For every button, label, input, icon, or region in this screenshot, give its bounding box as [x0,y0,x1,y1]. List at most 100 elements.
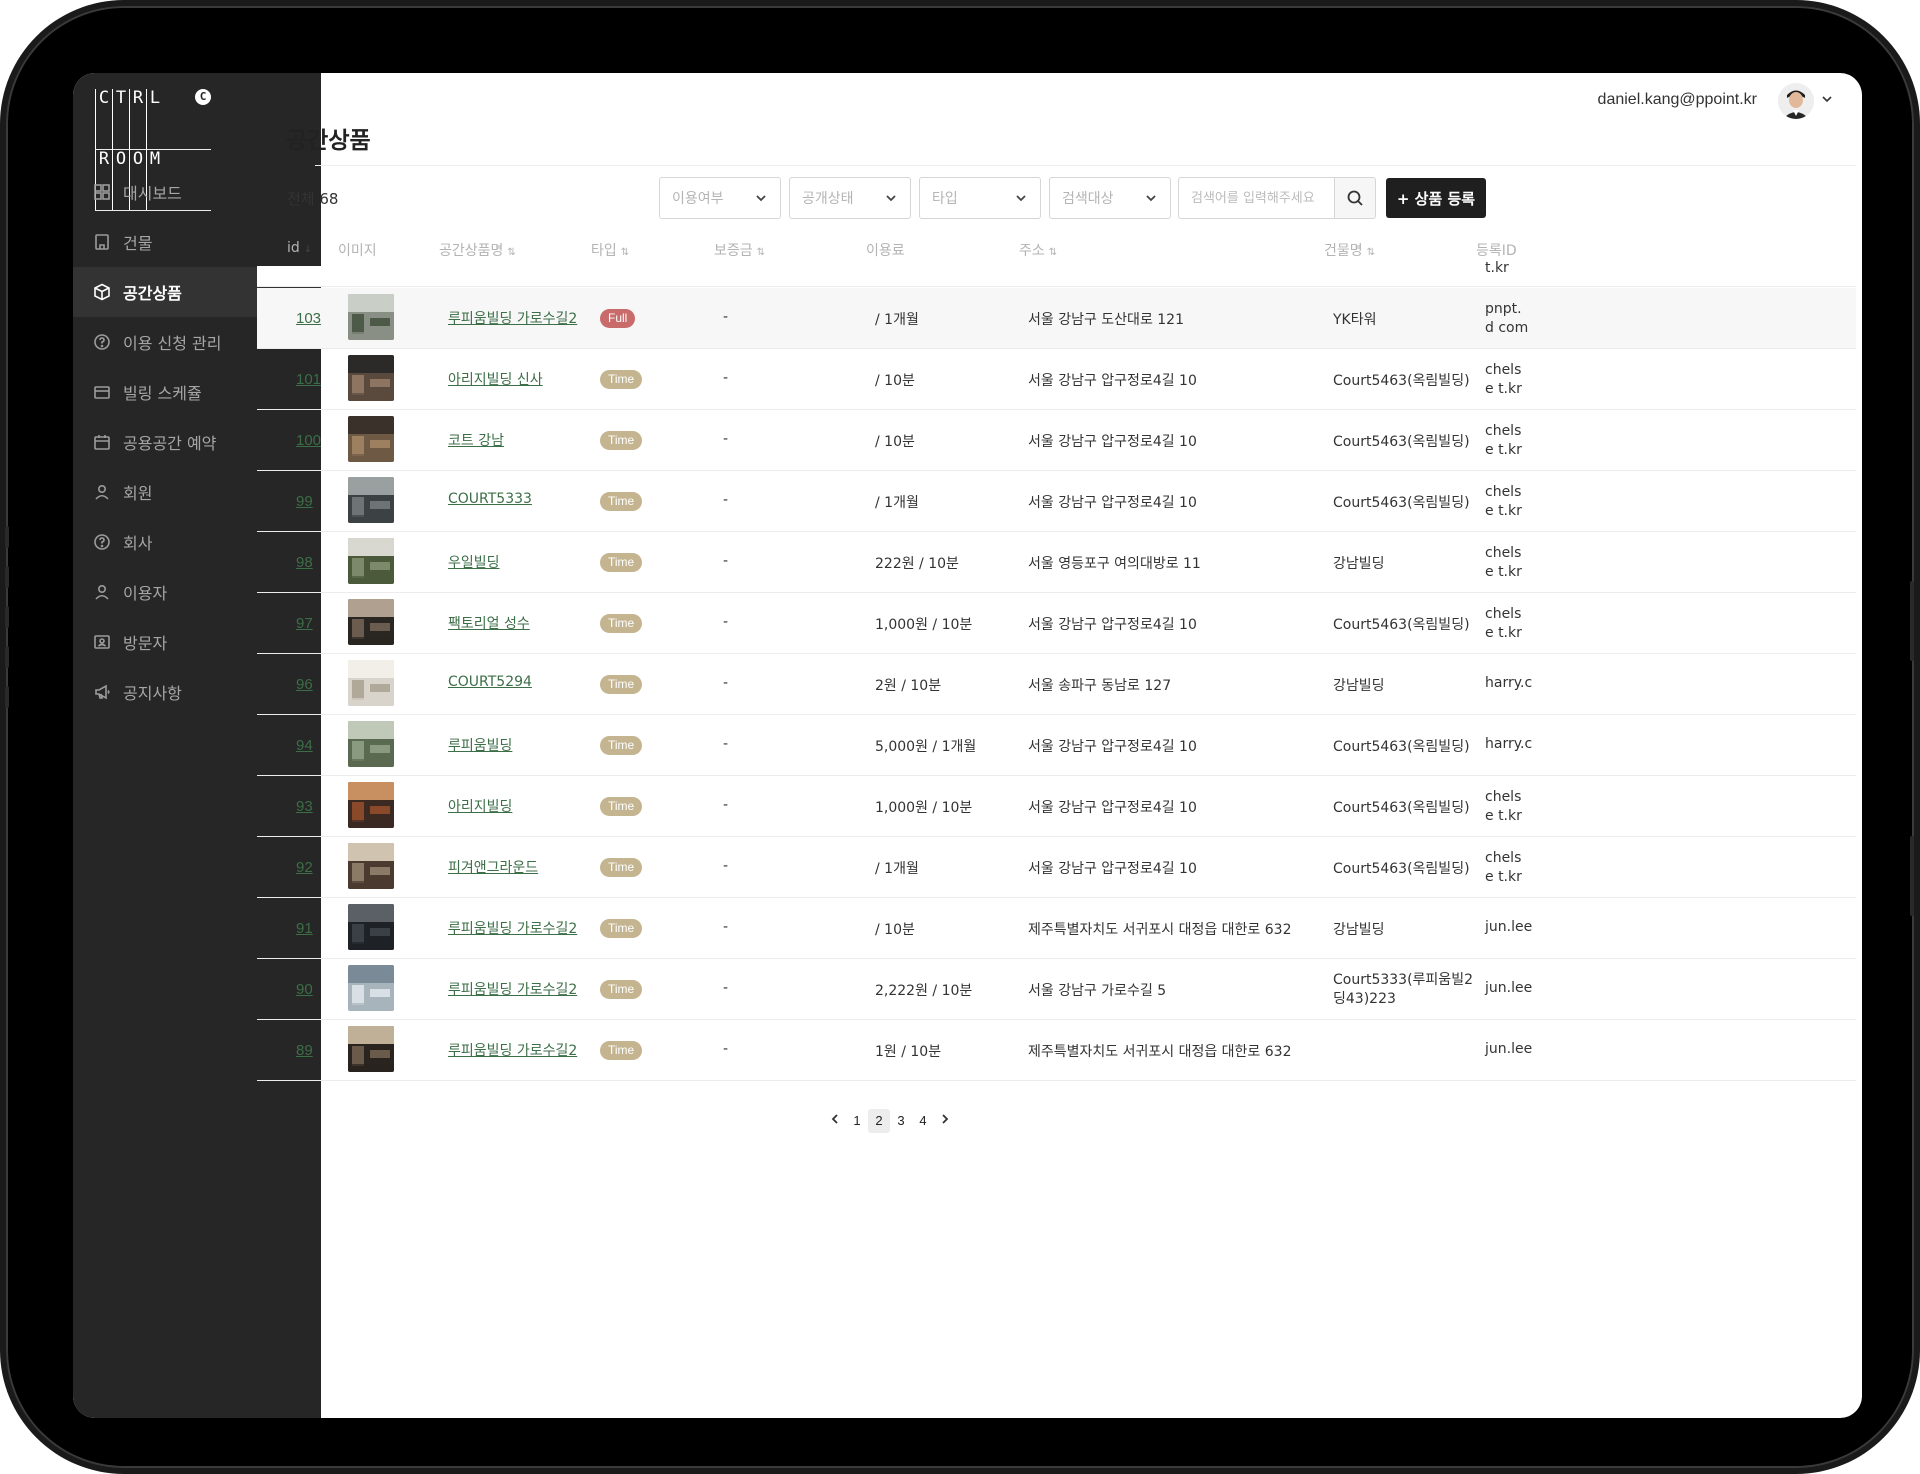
col-name[interactable]: 공간상품명 ⇅ [439,240,516,260]
col-building[interactable]: 건물명 ⇅ [1324,240,1375,260]
device-side-button [1910,581,1914,661]
usage-filter-value: 이용여부 [672,191,724,207]
product-thumbnail [348,294,394,340]
table-row[interactable]: 101 아리지빌딩 신사 Time - / 10분 서울 강남구 압구정로4길 10 Cou… [257,349,1856,410]
building-name: Court5463(옥림빌딩) [1333,373,1470,389]
address: 서울 강남구 압구정로4길 10 [1028,373,1197,389]
chevron-right-icon[interactable] [934,1109,956,1133]
col-deposit[interactable]: 보증금 ⇅ [714,240,765,260]
add-product-button[interactable]: + 상품 등록 [1386,178,1486,218]
product-id-link[interactable]: 91 [296,920,313,937]
product-name-link[interactable]: 루피움빌딩 [448,735,512,755]
table-row[interactable]: 89 루피움빌딩 가로수길2 Time - 1원 / 10분 제주특별자치도 서귀포시 대… [257,1020,1856,1081]
visibility-filter-value: 공개상태 [802,191,854,207]
table-row[interactable]: 96 COURT5294 Time - 2원 / 10분 서울 송파구 동남로 127 강남… [257,654,1856,715]
search-input[interactable] [1178,177,1334,219]
table-row[interactable]: 97 팩토리얼 성수 Time - 1,000원 / 10분 서울 강남구 압구정로4길 … [257,593,1856,654]
product-thumbnail [348,965,394,1011]
address: 서울 강남구 압구정로4길 10 [1028,495,1197,511]
page-3[interactable]: 3 [890,1109,912,1133]
product-name-link[interactable]: 루피움빌딩 가로수길2 [448,308,577,328]
product-name-link[interactable]: COURT5294 [448,674,532,690]
building-name: Court5463(옥림빌딩) [1333,617,1470,633]
product-name-link[interactable]: 코트 강남 [448,430,504,450]
product-id-link[interactable]: 97 [296,615,313,632]
col-address[interactable]: 주소 ⇅ [1019,240,1057,260]
search-button[interactable] [1334,177,1376,219]
product-id-link[interactable]: 96 [296,676,313,693]
usage-fee: / 10분 [875,373,915,389]
table-row[interactable]: 100 코트 강남 Time - / 10분 서울 강남구 압구정로4길 10 Court5… [257,410,1856,471]
type-filter-value: 타입 [932,191,958,207]
product-id-link[interactable]: 103 [296,310,321,327]
usage-fee: 2,222원 / 10분 [875,983,973,999]
page-1[interactable]: 1 [846,1109,868,1133]
page-4[interactable]: 4 [912,1109,934,1133]
total-count: 전체 68 [287,190,339,208]
table-row[interactable]: 94 루피움빌딩 Time - 5,000원 / 1개월 서울 강남구 압구정로4길 10… [257,715,1856,776]
product-name-link[interactable]: 아리지빌딩 [448,796,512,816]
product-thumbnail [348,538,394,584]
table-row[interactable]: 103 루피움빌딩 가로수길2 Full - / 1개월 서울 강남구 도산대로 121 Y… [257,288,1856,349]
product-thumbnail [348,782,394,828]
col-fee: 이용료 [866,243,905,259]
product-name-link[interactable]: 루피움빌딩 가로수길2 [448,918,577,938]
deposit: - [723,858,729,874]
table-row[interactable]: 91 루피움빌딩 가로수길2 Time - / 10분 제주특별자치도 서귀포시 대정읍 … [257,898,1856,959]
product-id-link[interactable]: 100 [296,432,321,449]
page-2[interactable]: 2 [868,1109,890,1133]
address: 서울 강남구 도산대로 121 [1028,312,1184,328]
usage-fee: / 1개월 [875,861,919,877]
col-type[interactable]: 타입 ⇅ [591,240,629,260]
usage-fee: 2원 / 10분 [875,678,942,694]
deposit: - [723,309,729,325]
type-badge: Time [600,675,643,694]
visibility-filter-select[interactable]: 공개상태 [789,177,911,219]
reg-id: chelse t.kr [1485,362,1522,397]
usage-fee: / 10분 [875,434,915,450]
product-id-link[interactable]: 98 [296,554,313,571]
table-row[interactable]: 92 피겨앤그라운드 Time - / 1개월 서울 강남구 압구정로4길 10 Court… [257,837,1856,898]
table-row[interactable]: 98 우일빌딩 Time - 222원 / 10분 서울 영등포구 여의대방로 11 강남빌… [257,532,1856,593]
table-row[interactable]: 93 아리지빌딩 Time - 1,000원 / 10분 서울 강남구 압구정로4길 10… [257,776,1856,837]
chevron-down-icon [1144,191,1158,205]
product-id-link[interactable]: 92 [296,859,313,876]
product-name-link[interactable]: 루피움빌딩 가로수길2 [448,979,577,999]
type-filter-select[interactable]: 타입 [919,177,1041,219]
type-badge: Time [600,1041,643,1060]
sort-icon: ⇅ [1048,247,1058,258]
building-name: 강남빌딩 [1333,922,1385,938]
reg-id: chelse t.kr [1485,423,1522,458]
col-id[interactable]: id ↓ [287,240,312,256]
address: 서울 강남구 압구정로4길 10 [1028,617,1197,633]
building-name: Court5463(옥림빌딩) [1333,861,1470,877]
table-row[interactable]: 90 루피움빌딩 가로수길2 Time - 2,222원 / 10분 서울 강남구 가로수… [257,959,1856,1020]
deposit: - [723,675,729,691]
product-id-link[interactable]: 90 [296,981,313,998]
type-badge: Full [600,309,636,328]
search-icon [1347,190,1363,206]
chevron-down-icon [884,191,898,205]
product-name-link[interactable]: 팩토리얼 성수 [448,613,530,633]
chevron-left-icon[interactable] [824,1109,846,1133]
product-id-link[interactable]: 94 [296,737,313,754]
product-thumbnail [348,843,394,889]
product-name-link[interactable]: 우일빌딩 [448,552,500,572]
reg-id: t.kr [1485,260,1509,276]
product-id-link[interactable]: 89 [296,1042,313,1059]
table-row[interactable]: 99 COURT5333 Time - / 1개월 서울 강남구 압구정로4길 10 Cou… [257,471,1856,532]
type-badge: Time [600,980,643,999]
product-name-link[interactable]: 아리지빌딩 신사 [448,369,543,389]
deposit: - [723,797,729,813]
product-name-link[interactable]: 피겨앤그라운드 [448,857,538,877]
reg-id: harry.c [1485,736,1533,752]
usage-filter-select[interactable]: 이용여부 [659,177,781,219]
product-name-link[interactable]: 루피움빌딩 가로수길2 [448,1040,577,1060]
divider [315,165,1856,166]
search-target-select[interactable]: 검색대상 [1049,177,1171,219]
product-id-link[interactable]: 101 [296,371,321,388]
product-id-link[interactable]: 99 [296,493,313,510]
product-id-link[interactable]: 93 [296,798,313,815]
product-name-link[interactable]: COURT5333 [448,491,532,507]
pagination: 1234 [824,1108,956,1134]
